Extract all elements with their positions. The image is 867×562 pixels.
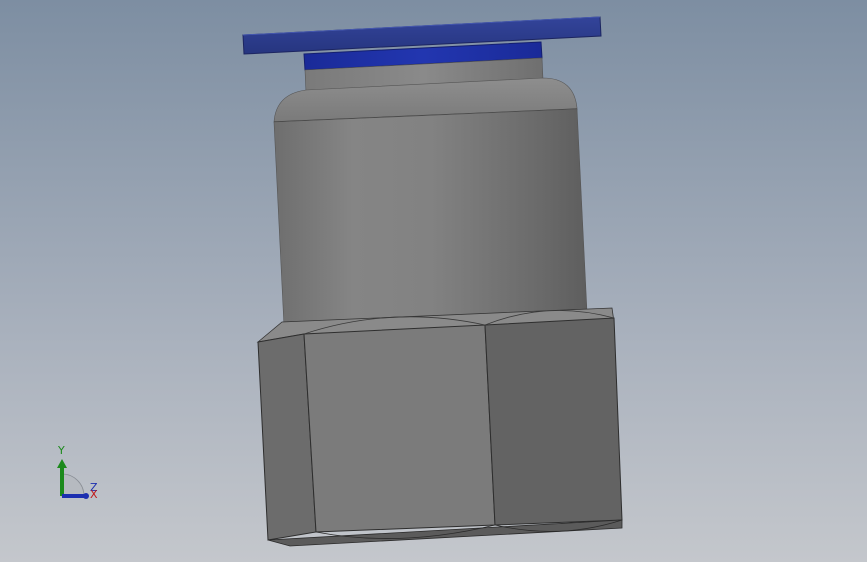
view-orientation-triad[interactable]: Y Z X: [50, 440, 110, 510]
hex-nut[interactable]: [256, 307, 623, 547]
triad-plane: [61, 473, 85, 497]
cylinder-body[interactable]: [273, 108, 588, 327]
triad-y-label: Y: [57, 444, 65, 457]
triad-x-label: X: [90, 488, 98, 501]
3d-model-viewport[interactable]: Y Z X: [0, 0, 867, 562]
pipe-fitting-model[interactable]: [0, 0, 867, 562]
